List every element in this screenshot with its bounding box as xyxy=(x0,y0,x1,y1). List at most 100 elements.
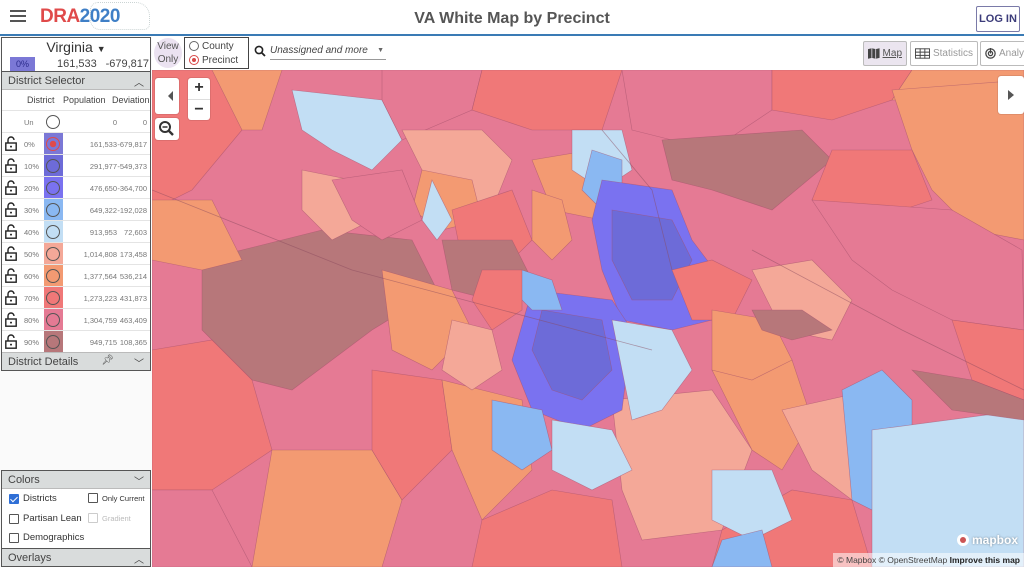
view-only-badge[interactable]: View Only xyxy=(154,38,182,68)
precinct-radio[interactable]: Precinct xyxy=(189,53,244,67)
district-deviation: -679,817 xyxy=(117,140,147,149)
district-deviation: -192,028 xyxy=(117,206,147,215)
chevron-down-icon[interactable]: ﹀ xyxy=(134,355,144,370)
district-population: 913,953 xyxy=(89,228,117,237)
district-row[interactable]: 80% 1,304,759 463,409 xyxy=(2,308,150,330)
district-select-radio[interactable] xyxy=(46,335,60,349)
search-dropdown[interactable]: Unassigned and more ▼ xyxy=(254,42,386,64)
zoom-extent-button[interactable] xyxy=(155,118,179,140)
precinct-map[interactable] xyxy=(152,70,1024,567)
district-select-radio[interactable] xyxy=(46,137,60,151)
district-deviation: 463,409 xyxy=(119,316,147,325)
district-selector-header[interactable]: District Selector ︿ xyxy=(2,72,150,90)
lock-open-icon[interactable] xyxy=(5,268,17,283)
lock-open-icon[interactable] xyxy=(5,202,17,217)
lock-open-icon[interactable] xyxy=(5,136,17,151)
analytics-view-button[interactable]: Analy xyxy=(980,41,1024,66)
colors-header[interactable]: Colors ﹀ xyxy=(2,471,150,489)
map-canvas[interactable]: + − mapbox © Mapbox © OpenStreetMap Impr… xyxy=(152,70,1024,567)
district-population: 649,322 xyxy=(89,206,117,215)
analytics-icon xyxy=(985,48,996,59)
district-deviation: 431,873 xyxy=(119,294,147,303)
district-select-radio[interactable] xyxy=(46,247,60,261)
lock-open-icon[interactable] xyxy=(5,180,17,195)
top-bar: DRA2020 VA White Map by Precinct LOG IN xyxy=(0,0,1024,36)
district-select-radio[interactable] xyxy=(46,203,60,217)
district-deviation: -549,373 xyxy=(117,162,147,171)
zoom-in-button[interactable]: + xyxy=(188,78,210,99)
table-icon xyxy=(915,48,930,59)
district-row[interactable]: Un 0 0 xyxy=(2,110,150,132)
district-label: 10% xyxy=(24,162,40,171)
district-select-radio[interactable] xyxy=(46,269,60,283)
district-population: 1,304,759 xyxy=(83,316,117,325)
only-current-checkbox[interactable]: Only Current xyxy=(88,493,145,503)
district-select-radio[interactable] xyxy=(46,225,60,239)
state-selector[interactable]: Virginia ▼ xyxy=(2,39,150,55)
lock-open-icon[interactable] xyxy=(5,224,17,239)
district-population: 0 xyxy=(112,118,117,127)
lock-open-icon[interactable] xyxy=(5,246,17,261)
district-select-radio[interactable] xyxy=(46,115,60,129)
state-population: 161,533 xyxy=(57,58,97,70)
district-select-radio[interactable] xyxy=(46,313,60,327)
caret-down-icon: ▼ xyxy=(96,44,106,54)
district-deviation: 108,365 xyxy=(119,338,147,347)
lock-open-icon[interactable] xyxy=(5,312,17,327)
district-label: 70% xyxy=(24,294,40,303)
district-row[interactable]: 90% 949,715 108,365 xyxy=(2,330,150,352)
district-population: 1,377,564 xyxy=(83,272,117,281)
chevron-down-icon[interactable]: ﹀ xyxy=(134,473,144,488)
statistics-view-button[interactable]: Statistics xyxy=(910,41,978,66)
district-select-radio[interactable] xyxy=(46,291,60,305)
zoom-out-button[interactable]: − xyxy=(188,99,210,120)
state-summary: Virginia ▼ 0% 161,533 -679,817 xyxy=(1,37,151,71)
search-input[interactable]: Unassigned and more xyxy=(270,45,386,60)
district-population: 1,014,808 xyxy=(83,250,117,259)
districts-checkbox[interactable]: Districts xyxy=(9,493,57,504)
layer-radio-group: County Precinct xyxy=(184,37,249,69)
district-label: 30% xyxy=(24,206,40,215)
district-select-radio[interactable] xyxy=(46,159,60,173)
pin-icon[interactable]: 📌︎ xyxy=(101,355,114,366)
district-row[interactable]: 10% 291,977 -549,373 xyxy=(2,154,150,176)
gradient-checkbox: Gradient xyxy=(88,513,131,523)
lock-open-icon[interactable] xyxy=(5,158,17,173)
chevron-up-icon[interactable]: ︿ xyxy=(134,74,144,89)
district-row[interactable]: 40% 913,953 72,603 xyxy=(2,220,150,242)
district-row[interactable]: 70% 1,273,223 431,873 xyxy=(2,286,150,308)
collapse-sidebar-button[interactable] xyxy=(155,78,179,114)
district-row[interactable]: 50% 1,014,808 173,458 xyxy=(2,242,150,264)
district-population: 161,533 xyxy=(89,140,117,149)
district-details-header[interactable]: District Details 📌︎ ﹀ xyxy=(2,352,150,370)
lock-open-icon[interactable] xyxy=(5,334,17,349)
county-radio[interactable]: County xyxy=(189,39,244,53)
caret-down-icon: ▼ xyxy=(377,47,384,54)
district-row[interactable]: 20% 476,650 -364,700 xyxy=(2,176,150,198)
demographics-checkbox[interactable]: Demographics xyxy=(9,532,84,543)
mapbox-logo[interactable]: mapbox xyxy=(956,533,1018,547)
district-label: 0% xyxy=(24,140,35,149)
improve-map-link[interactable]: Improve this map xyxy=(950,555,1020,565)
lock-open-icon[interactable] xyxy=(5,290,17,305)
district-select-radio[interactable] xyxy=(46,181,60,195)
district-row[interactable]: 60% 1,377,564 536,214 xyxy=(2,264,150,286)
page-title: VA White Map by Precinct xyxy=(414,10,610,27)
district-deviation: 536,214 xyxy=(119,272,147,281)
partisan-lean-checkbox[interactable]: Partisan Lean xyxy=(9,513,82,524)
toolbar: View Only County Precinct Unassigned and … xyxy=(152,36,1024,70)
expand-panel-button[interactable] xyxy=(998,76,1024,114)
district-row[interactable]: 0% 161,533 -679,817 xyxy=(2,132,150,154)
login-button[interactable]: LOG IN xyxy=(976,6,1020,32)
map-view-button[interactable]: Map xyxy=(863,41,907,66)
district-label: 90% xyxy=(24,338,40,347)
district-deviation: 72,603 xyxy=(124,228,147,237)
precinct-region[interactable] xyxy=(251,449,403,567)
search-icon xyxy=(254,45,266,57)
zoom-controls: + − xyxy=(188,78,210,120)
overlays-header[interactable]: Overlays ︿ xyxy=(1,548,151,567)
district-label: 40% xyxy=(24,228,40,237)
district-deviation: 0 xyxy=(142,118,147,127)
district-row[interactable]: 30% 649,322 -192,028 xyxy=(2,198,150,220)
chevron-up-icon[interactable]: ︿ xyxy=(134,551,144,566)
